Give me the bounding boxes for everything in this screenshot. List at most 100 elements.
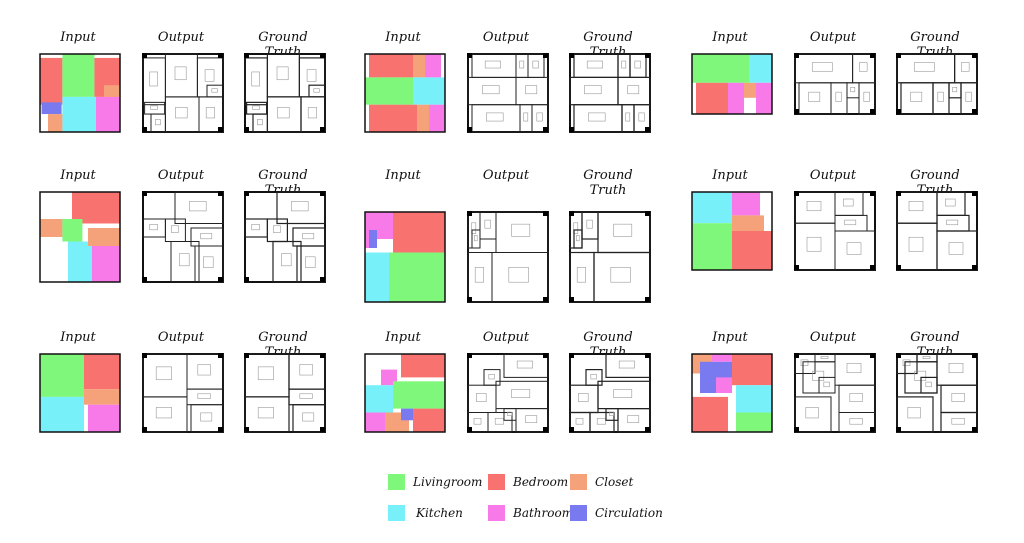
plan-outline bbox=[244, 353, 326, 433]
room-segment bbox=[48, 114, 63, 132]
room-segment bbox=[72, 192, 120, 224]
column bbox=[896, 353, 901, 358]
column bbox=[320, 53, 325, 58]
plan-outline bbox=[142, 353, 224, 433]
column bbox=[896, 53, 901, 58]
column bbox=[142, 277, 147, 282]
column bbox=[896, 109, 901, 114]
room-segment bbox=[365, 252, 389, 302]
room-segment bbox=[40, 396, 84, 432]
plan-outline bbox=[794, 53, 876, 115]
column bbox=[972, 53, 977, 58]
column bbox=[645, 53, 650, 58]
room-segment bbox=[732, 192, 760, 216]
circulation-swatch bbox=[570, 505, 587, 521]
column bbox=[870, 427, 875, 432]
room-segment bbox=[377, 212, 393, 239]
column bbox=[543, 353, 548, 358]
column bbox=[569, 211, 574, 216]
column bbox=[794, 353, 799, 358]
column bbox=[645, 211, 650, 216]
livingroom-swatch bbox=[388, 474, 405, 490]
column bbox=[569, 53, 574, 58]
column bbox=[218, 127, 223, 132]
input-label: Input bbox=[60, 30, 96, 45]
room-segment bbox=[68, 241, 96, 282]
room-segment bbox=[401, 408, 413, 421]
room-segment bbox=[40, 219, 63, 237]
room-segment bbox=[728, 82, 744, 114]
room-segment bbox=[41, 102, 62, 115]
room-segment bbox=[62, 96, 96, 132]
output-floorplan bbox=[794, 53, 876, 115]
room-segment bbox=[744, 82, 756, 98]
output-label: Output bbox=[157, 168, 205, 183]
column bbox=[896, 265, 901, 270]
ground-truth-floorplan bbox=[896, 53, 978, 115]
output-label: Output bbox=[482, 30, 530, 45]
output-floorplan bbox=[142, 353, 224, 433]
plan-outline bbox=[467, 53, 549, 133]
input-floorplan bbox=[691, 353, 773, 433]
room-segment bbox=[692, 396, 728, 432]
input-label: Input bbox=[712, 30, 748, 45]
column bbox=[467, 211, 472, 216]
output-floorplan bbox=[794, 191, 876, 271]
column bbox=[972, 109, 977, 114]
plan-outline bbox=[569, 53, 651, 133]
room-segment bbox=[96, 96, 120, 132]
column bbox=[467, 427, 472, 432]
input-label: Input bbox=[60, 168, 96, 183]
output-floorplan bbox=[142, 191, 224, 283]
room-segment bbox=[736, 412, 772, 432]
room-segment bbox=[40, 57, 63, 105]
input-floorplan bbox=[39, 353, 121, 433]
column bbox=[645, 127, 650, 132]
input-label: Input bbox=[712, 168, 748, 183]
column bbox=[543, 53, 548, 58]
column bbox=[320, 427, 325, 432]
column bbox=[543, 211, 548, 216]
output-label: Output bbox=[157, 30, 205, 45]
room-segment bbox=[84, 389, 120, 405]
output-label: Output bbox=[809, 330, 857, 345]
room-segment bbox=[104, 85, 120, 97]
input-label: Input bbox=[712, 330, 748, 345]
room-segment bbox=[393, 212, 445, 253]
room-segment bbox=[62, 219, 83, 242]
legend-item-bedroom: Bedroom bbox=[488, 474, 568, 490]
room-segment bbox=[413, 54, 425, 78]
column bbox=[244, 191, 249, 196]
legend: Livingroom Bedroom Closet Kitchen Bathro… bbox=[388, 474, 668, 524]
output-label: Output bbox=[157, 330, 205, 345]
legend-item-closet: Closet bbox=[570, 474, 633, 490]
input-floorplan bbox=[691, 53, 773, 115]
input-floorplan bbox=[364, 53, 446, 133]
column bbox=[467, 353, 472, 358]
room-segment bbox=[696, 82, 728, 114]
ground-truth-floorplan bbox=[244, 191, 326, 283]
room-segment bbox=[756, 82, 772, 114]
column bbox=[569, 427, 574, 432]
column bbox=[870, 191, 875, 196]
room-segment bbox=[365, 77, 413, 105]
room-segment bbox=[732, 231, 772, 270]
column bbox=[794, 191, 799, 196]
ground-truth-floorplan bbox=[569, 353, 651, 433]
column bbox=[794, 53, 799, 58]
column bbox=[870, 265, 875, 270]
input-label: Input bbox=[385, 30, 421, 45]
column bbox=[569, 127, 574, 132]
column bbox=[218, 191, 223, 196]
column bbox=[218, 53, 223, 58]
column bbox=[244, 127, 249, 132]
column bbox=[645, 427, 650, 432]
room-segment bbox=[692, 223, 732, 270]
kitchen-swatch bbox=[388, 505, 405, 521]
ground-truth-floorplan bbox=[569, 211, 651, 303]
column bbox=[794, 427, 799, 432]
input-floorplan bbox=[691, 191, 773, 271]
room-segment bbox=[692, 192, 732, 224]
room-segment bbox=[417, 104, 429, 132]
column bbox=[972, 427, 977, 432]
